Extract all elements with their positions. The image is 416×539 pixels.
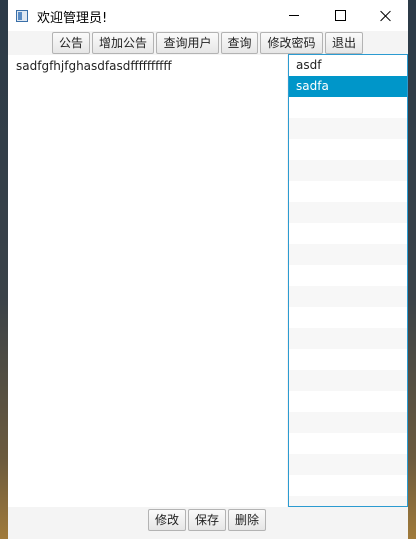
list-empty-row bbox=[289, 433, 407, 454]
list-empty-row bbox=[289, 475, 407, 496]
list-empty-row bbox=[289, 118, 407, 139]
list-empty-row bbox=[289, 160, 407, 181]
list-empty-row bbox=[289, 244, 407, 265]
list-item[interactable]: asdf bbox=[289, 55, 407, 76]
list-empty-row bbox=[289, 139, 407, 160]
list-empty-row bbox=[289, 328, 407, 349]
exit-button[interactable]: 退出 bbox=[325, 32, 363, 54]
list-empty-row bbox=[289, 307, 407, 328]
toolbar: 公告 增加公告 查询用户 查询 修改密码 退出 bbox=[8, 31, 408, 55]
list-empty-row bbox=[289, 97, 407, 118]
title-bar[interactable]: 欢迎管理员! bbox=[8, 0, 408, 31]
minimize-button[interactable] bbox=[271, 0, 317, 31]
close-button[interactable] bbox=[363, 0, 409, 31]
close-icon bbox=[380, 10, 392, 22]
list-empty-row bbox=[289, 181, 407, 202]
edit-button[interactable]: 修改 bbox=[148, 509, 186, 531]
query-button[interactable]: 查询 bbox=[221, 32, 258, 54]
maximize-button[interactable] bbox=[317, 0, 363, 31]
main-window: 欢迎管理员! 公告 增加公告 查询用户 查询 修改密码 退出 sadfgfhjf… bbox=[8, 0, 408, 539]
announcement-list[interactable]: asdf sadfa bbox=[288, 54, 408, 507]
query-users-button[interactable]: 查询用户 bbox=[156, 32, 219, 54]
list-empty-row bbox=[289, 370, 407, 391]
list-empty-row bbox=[289, 223, 407, 244]
list-empty-row bbox=[289, 202, 407, 223]
add-announcement-button[interactable]: 增加公告 bbox=[92, 32, 154, 54]
app-icon bbox=[16, 10, 28, 22]
list-empty-row bbox=[289, 265, 407, 286]
change-password-button[interactable]: 修改密码 bbox=[260, 32, 323, 54]
announcement-content-area[interactable]: sadfgfhjfghasdfasdffffffffff bbox=[8, 55, 287, 507]
list-item-selected[interactable]: sadfa bbox=[289, 76, 407, 97]
list-empty-row bbox=[289, 286, 407, 307]
announcement-text: sadfgfhjfghasdfasdffffffffff bbox=[16, 59, 172, 73]
list-empty-row bbox=[289, 454, 407, 475]
delete-button[interactable]: 删除 bbox=[228, 509, 266, 531]
save-button[interactable]: 保存 bbox=[188, 509, 226, 531]
list-empty-row bbox=[289, 412, 407, 433]
maximize-icon bbox=[334, 10, 346, 21]
list-empty-row bbox=[289, 391, 407, 412]
list-empty-row bbox=[289, 349, 407, 370]
bottom-bar: 修改 保存 删除 bbox=[8, 507, 408, 539]
announcement-button[interactable]: 公告 bbox=[52, 32, 90, 54]
window-title: 欢迎管理员! bbox=[37, 11, 108, 26]
minimize-icon bbox=[289, 15, 299, 16]
list-empty-row bbox=[289, 496, 407, 506]
